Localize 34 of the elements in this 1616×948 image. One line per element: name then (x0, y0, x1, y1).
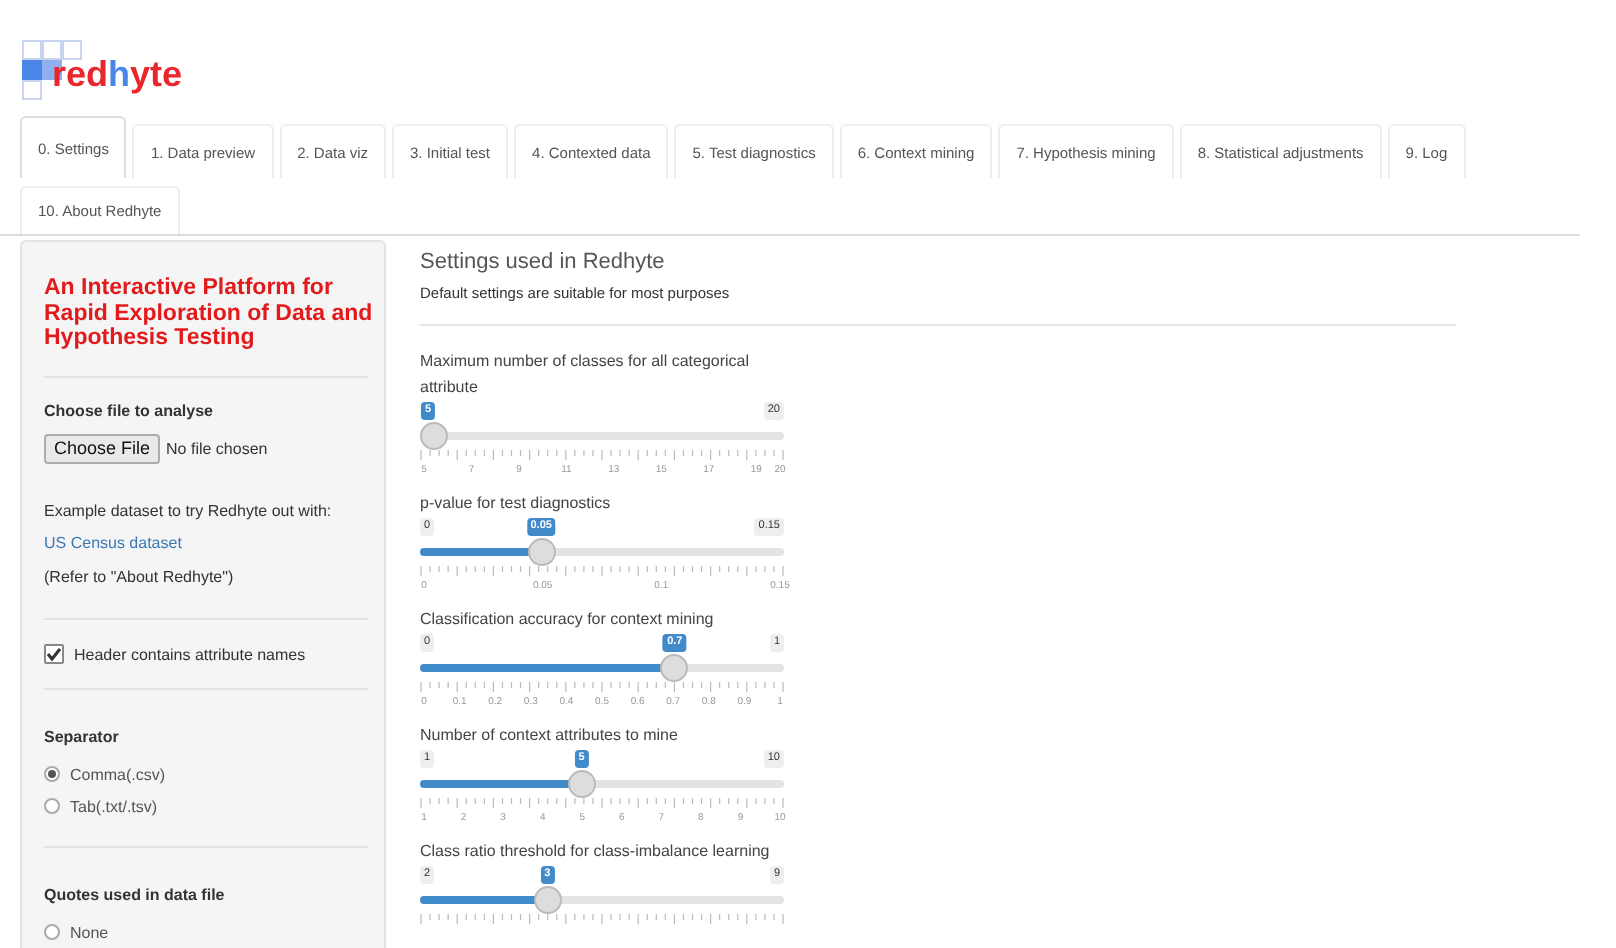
slider[interactable] (420, 654, 784, 682)
slider-label: Maximum number of classes for all categorical attribute (420, 350, 752, 400)
radio-label: Tab(.txt/.tsv) (70, 797, 158, 815)
group-label: Quotes used in data file (44, 886, 227, 904)
slider-label: Class ratio threshold for class-imbalance learning (420, 840, 772, 864)
slider-label: Number of context attributes to mine (420, 724, 680, 748)
slider-thumb[interactable] (660, 654, 689, 682)
page-title: Settings used in Redhyte (420, 250, 667, 274)
slider-label: Classification accuracy for context mining (420, 608, 716, 632)
sidebar-title: An Interactive Platform for Rapid Exploration of Data and Hypothesis Testing (44, 276, 374, 351)
slider[interactable] (420, 770, 784, 798)
field-label: Choose file to analyse (44, 401, 215, 419)
choose-file-button[interactable]: Choose File (44, 433, 161, 463)
radio-label: None (70, 923, 109, 941)
slider[interactable] (420, 422, 784, 450)
checkbox[interactable] (44, 644, 64, 664)
slider[interactable] (420, 886, 784, 914)
example-text: Example dataset to try Redhyte out with: (44, 499, 334, 524)
radio-button[interactable] (44, 798, 60, 814)
slider-label: p-value for test diagnostics (420, 492, 613, 516)
radio-button[interactable] (44, 924, 60, 940)
radio-button[interactable] (44, 766, 60, 782)
logo-text: redhyte (52, 54, 183, 96)
group-label: Separator (44, 728, 121, 746)
dataset-link[interactable]: US Census dataset (44, 534, 182, 552)
radio-label: Comma(.csv) (70, 765, 166, 783)
note-text: (Refer to "About Redhyte") (44, 565, 236, 590)
slider-thumb[interactable] (533, 886, 562, 914)
slider-thumb[interactable] (420, 422, 448, 450)
slider[interactable] (420, 538, 784, 566)
slider-thumb[interactable] (567, 770, 596, 798)
checkbox-label: Header contains attribute names (74, 645, 306, 663)
slider-thumb[interactable] (527, 538, 556, 566)
file-status: No file chosen (166, 439, 268, 457)
